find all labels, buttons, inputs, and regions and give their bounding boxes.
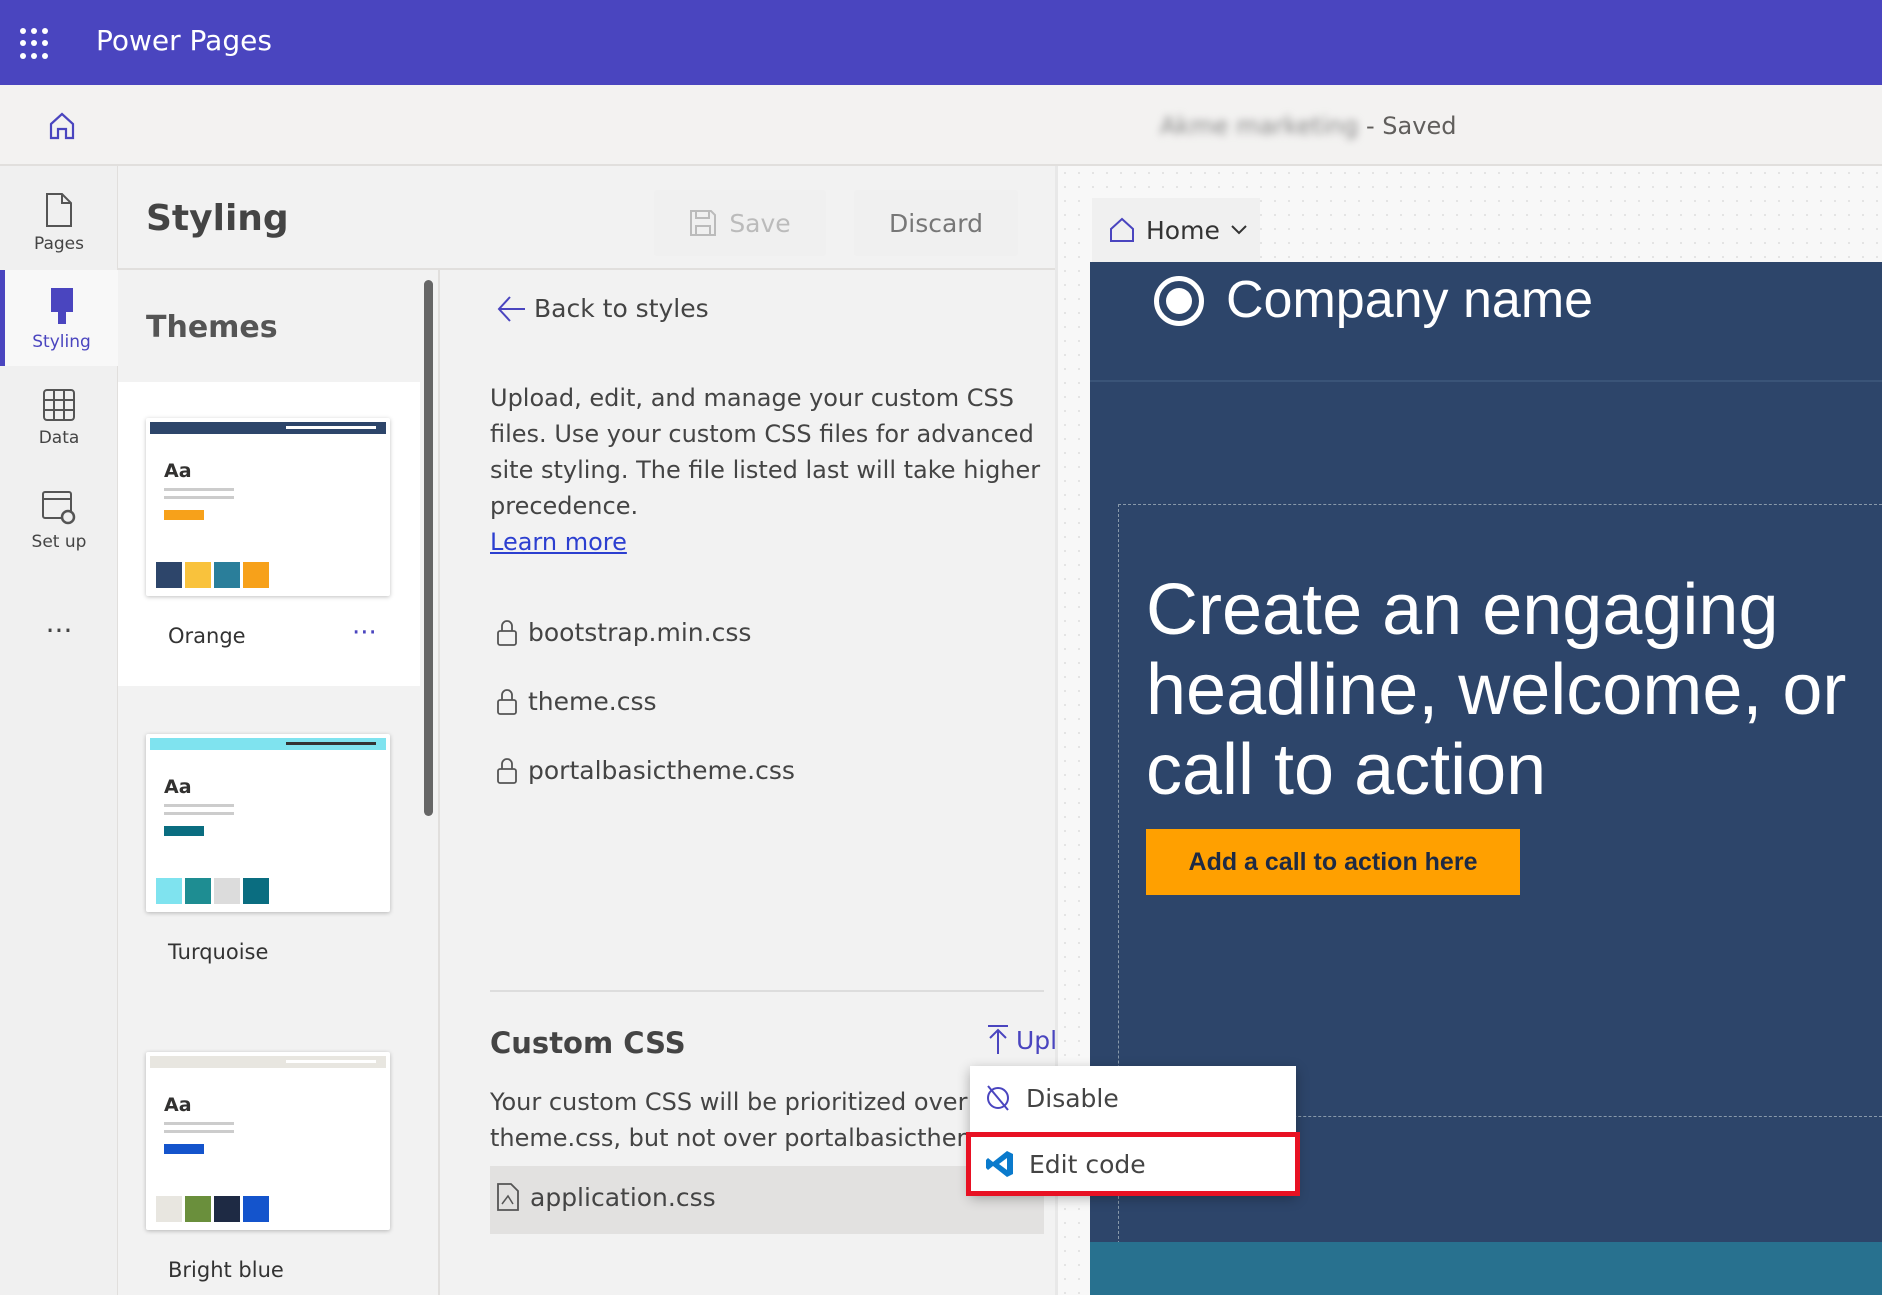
theme-preview-nav [286,1060,376,1063]
scrollbar[interactable] [424,280,433,816]
theme-preview-lines [164,1122,234,1125]
paintbrush-icon [50,288,73,324]
theme-preview-lines [164,488,234,491]
cta-button[interactable]: Add a call to action here [1146,829,1520,895]
css-file-item[interactable]: portalbasictheme.css [496,756,795,785]
color-swatch [214,878,240,904]
file-icon [497,1183,519,1211]
color-swatch [214,1196,240,1222]
panel-header: Styling Save Discard [118,166,1055,270]
themes-list: Themes Aa Orange ··· Aa Turquoise Aa Brig… [118,270,440,1295]
lock-icon [497,688,517,715]
theme-name: Orange [168,624,246,648]
theme-preview-text: Aa [164,1094,192,1116]
command-bar [0,85,1882,166]
themes-title: Themes [146,310,278,345]
more-icon[interactable]: ... [0,606,118,646]
save-button[interactable]: Save [654,190,826,256]
color-swatch [243,1196,269,1222]
top-bar: Power Pages [0,0,1882,85]
save-icon [690,210,717,236]
theme-preview-nav [286,742,376,745]
app-launcher-icon[interactable] [20,28,52,60]
disable-icon [987,1085,1009,1111]
hero-headline: Create an engaging headline, welcome, or… [1146,570,1847,810]
theme-more-button[interactable]: ··· [352,618,377,648]
color-swatch [214,562,240,588]
color-swatch [185,1196,211,1222]
description: Upload, edit, and manage your custom CSS… [490,384,1041,520]
theme-preview-accent [164,510,204,520]
divider [490,990,1044,992]
table-icon [43,389,75,421]
site-title: Akme marketing - Saved [1160,112,1457,140]
chevron-down-icon [1231,225,1247,235]
theme-name: Turquoise [168,940,269,964]
color-swatch [156,562,182,588]
company-logo-icon [1154,276,1204,326]
color-swatch [156,1196,182,1222]
preview-footer [1090,1242,1882,1295]
theme-preview-text: Aa [164,776,192,798]
discard-button[interactable]: Discard [854,190,1018,256]
learn-more-link[interactable]: Learn more [490,524,627,560]
rail-item-pages[interactable]: Pages [0,176,118,272]
back-to-styles-link[interactable]: Back to styles [496,294,709,323]
theme-preview-text: Aa [164,460,192,482]
color-swatch [243,562,269,588]
vscode-icon [986,1151,1013,1177]
theme-card-orange[interactable]: Aa [146,418,390,596]
page-icon [46,193,72,227]
custom-css-title: Custom CSS [490,1026,686,1060]
color-swatch [156,878,182,904]
theme-preview-nav [286,426,376,429]
theme-preview-accent [164,1144,204,1154]
rail-item-styling[interactable]: Styling [0,270,118,366]
company-name: Company name [1226,271,1594,329]
theme-card-bright-blue[interactable]: Aa [146,1052,390,1230]
context-menu: Disable Edit code [966,1066,1300,1196]
menu-item-disable[interactable]: Disable [970,1066,1296,1130]
divider [1090,380,1882,382]
left-rail: Pages Styling Data Set up ... [0,166,118,1295]
app-title: Power Pages [96,24,272,57]
lock-icon [497,619,517,646]
css-file-item[interactable]: theme.css [496,687,657,716]
panel-title: Styling [146,198,289,239]
rail-item-setup[interactable]: Set up [0,474,118,570]
menu-item-edit-code[interactable]: Edit code [966,1132,1300,1196]
theme-card-turquoise[interactable]: Aa [146,734,390,912]
theme-preview-lines [164,804,234,807]
color-swatch [185,562,211,588]
settings-icon [42,491,76,525]
color-swatch [185,878,211,904]
lock-icon [497,757,517,784]
theme-preview-accent [164,826,204,836]
custom-file-row[interactable]: application.css ··· [490,1166,1044,1234]
styling-panel: Styling Save Discard Themes Aa Orange ···… [118,166,1131,1295]
upload-icon [988,1025,1008,1054]
color-swatch [243,878,269,904]
rail-item-data[interactable]: Data [0,372,118,468]
css-file-item[interactable]: bootstrap.min.css [496,618,751,647]
home-icon [1110,217,1134,242]
theme-name: Bright blue [168,1258,284,1282]
home-icon[interactable] [48,111,76,141]
arrow-left-icon [497,295,525,322]
page-selector[interactable]: Home [1092,198,1260,262]
